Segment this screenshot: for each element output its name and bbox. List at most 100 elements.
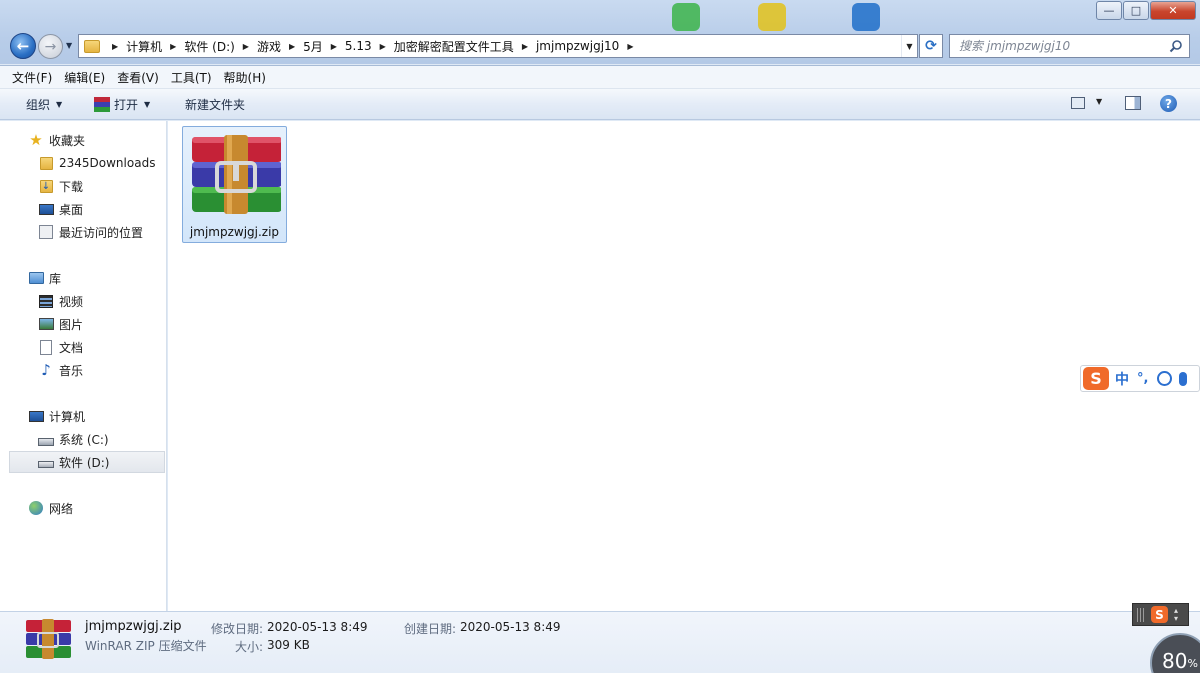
emoji-icon[interactable] [1157,371,1173,386]
view-options-dropdown[interactable]: ▼ [1096,97,1102,106]
detail-size-value: 309 KB [267,638,310,652]
menu-help[interactable]: 帮助(H) [218,69,272,86]
nav-label: 视频 [59,294,84,309]
ime-punctuation-toggle[interactable]: °, [1137,371,1148,386]
chevron-right-icon[interactable]: ▶ [627,42,633,51]
nav-label: 软件 (D:) [59,455,110,470]
search-input[interactable] [959,39,1159,53]
nav-item-documents[interactable]: 文档 [0,336,165,358]
preview-pane-icon[interactable] [1125,96,1141,110]
zoom-unit: % [1187,657,1198,670]
nav-computer[interactable]: 计算机 [0,405,165,427]
background-app-icon [758,3,786,31]
recent-pages-dropdown[interactable]: ▼ [66,41,72,50]
nav-item-pictures[interactable]: 图片 [0,313,165,335]
network-icon [28,500,44,516]
chevron-right-icon[interactable]: ▶ [112,42,118,51]
nav-network[interactable]: 网络 [0,497,165,519]
ime-logo-icon[interactable]: S [1083,367,1109,390]
winrar-archive-icon [26,619,71,659]
ime-logo-icon[interactable]: S [1151,606,1168,623]
desktop-icon [38,201,54,217]
drag-handle[interactable] [1137,607,1145,622]
change-view-icon[interactable] [1071,97,1085,109]
nav-label: 桌面 [59,202,84,217]
breadcrumb-computer[interactable]: 计算机 [126,38,162,55]
breadcrumb-tool-folder[interactable]: 加密解密配置文件工具 [394,38,514,55]
help-icon[interactable]: ? [1160,95,1177,112]
nav-item-videos[interactable]: 视频 [0,290,165,312]
breadcrumb-drive-d[interactable]: 软件 (D:) [184,38,234,55]
nav-label: 系统 (C:) [59,432,109,447]
nav-label: 图片 [59,317,84,332]
recent-places-icon [38,224,54,240]
nav-label: 下载 [59,179,84,194]
refresh-button[interactable]: ⟳ [919,34,943,58]
breadcrumb-date[interactable]: 5.13 [345,39,372,53]
maximize-button[interactable]: □ [1123,1,1149,20]
forward-button[interactable]: → [38,34,63,59]
video-icon [38,293,54,309]
address-history-dropdown[interactable]: ▼ [901,35,917,57]
breadcrumb-current-folder[interactable]: jmjmpzwjgj10 [536,39,619,53]
nav-item-music[interactable]: ♪ 音乐 [0,359,165,381]
document-icon [38,339,54,355]
nav-item-drive-d[interactable]: 软件 (D:) [9,451,165,473]
folder-icon [38,155,54,171]
nav-label: 库 [49,271,62,286]
open-button[interactable]: 打开 ▼ [94,96,150,113]
file-item[interactable]: jmjmpzwjgj.zip [182,126,287,243]
menu-file[interactable]: 文件(F) [6,69,58,86]
system-drive-icon [38,431,54,447]
ime-toolbar[interactable]: S 中 °, [1080,365,1200,392]
minimize-button[interactable]: — [1096,1,1122,20]
nav-favorites[interactable]: ★ 收藏夹 [0,129,165,151]
new-folder-label: 新建文件夹 [185,98,246,112]
chevron-right-icon[interactable]: ▶ [522,42,528,51]
details-pane: jmjmpzwjgj.zip WinRAR ZIP 压缩文件 修改日期: 202… [0,611,1200,673]
new-folder-button[interactable]: 新建文件夹 [185,96,245,113]
detail-file-type: WinRAR ZIP 压缩文件 [85,639,207,653]
nav-item-downloads[interactable]: ↓ 下载 [0,175,165,197]
chevron-right-icon[interactable]: ▶ [380,42,386,51]
nav-item-drive-c[interactable]: 系统 (C:) [0,428,165,450]
nav-item-recent-places[interactable]: 最近访问的位置 [0,221,165,243]
chevron-right-icon[interactable]: ▶ [289,42,295,51]
ime-menu-dropdown[interactable]: ▴ ▾ [1174,606,1178,623]
drive-icon [38,454,54,470]
ime-mode-toggle[interactable]: 中 [1115,369,1129,389]
microphone-icon[interactable] [1179,371,1188,386]
detail-created-label: 创建日期: [404,622,457,636]
file-list-area[interactable] [168,121,1200,611]
back-button[interactable]: ← [10,33,36,59]
search-icon[interactable] [1169,39,1183,53]
chevron-down-icon: ▼ [56,100,63,109]
folder-icon [84,39,100,53]
address-bar[interactable]: ▶ 计算机 ▶ 软件 (D:) ▶ 游戏 ▶ 5月 ▶ 5.13 ▶ 加密解密配… [78,34,918,58]
nav-item-2345downloads[interactable]: 2345Downloads [0,152,165,174]
nav-item-desktop[interactable]: 桌面 [0,198,165,220]
chevron-right-icon[interactable]: ▶ [331,42,337,51]
nav-label: 音乐 [59,363,84,378]
breadcrumb-games[interactable]: 游戏 [257,38,281,55]
search-box[interactable] [949,34,1190,58]
command-bar: 组织 ▼ 打开 ▼ 新建文件夹 [0,89,1200,120]
close-button[interactable]: ✕ [1150,1,1196,20]
ime-tray[interactable]: S ▴ ▾ [1132,603,1189,626]
chevron-right-icon[interactable]: ▶ [170,42,176,51]
menu-edit[interactable]: 编辑(E) [58,69,111,86]
menu-tools[interactable]: 工具(T) [165,69,218,86]
organize-label: 组织 [26,98,51,112]
nav-label: 计算机 [49,409,86,424]
detail-size-label: 大小: [235,640,264,654]
detail-file-name: jmjmpzwjgj.zip [85,619,182,634]
chevron-right-icon[interactable]: ▶ [243,42,249,51]
winrar-icon [94,97,110,112]
winrar-archive-icon [192,135,281,214]
nav-libraries[interactable]: 库 [0,267,165,289]
nav-label: 收藏夹 [49,133,86,148]
organize-button[interactable]: 组织 ▼ [26,96,62,113]
menu-view[interactable]: 查看(V) [111,69,165,86]
window-controls: — □ ✕ [1096,1,1196,20]
breadcrumb-may[interactable]: 5月 [303,38,323,55]
